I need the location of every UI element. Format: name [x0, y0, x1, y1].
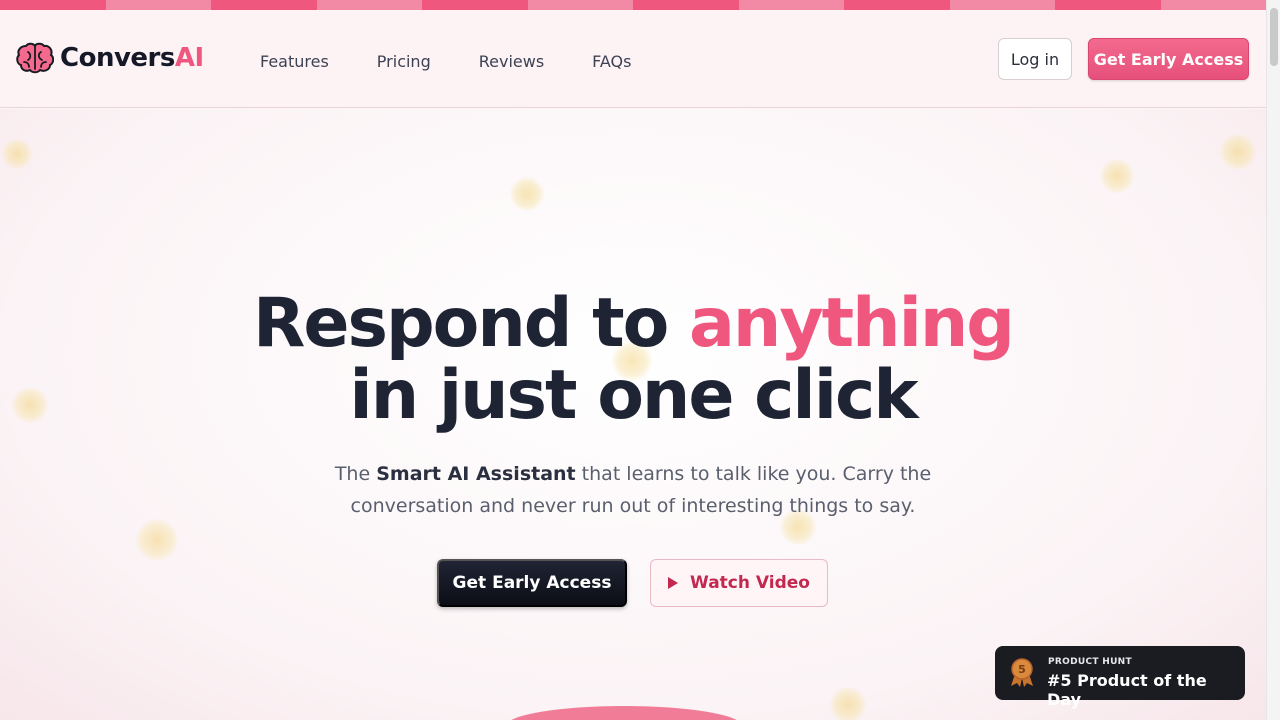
nav-link-pricing[interactable]: Pricing — [353, 48, 455, 75]
badge-title: #5 Product of the Day — [1047, 671, 1207, 709]
hero-headline: Respond to anything in just one click — [0, 288, 1266, 432]
hero-get-early-access-button[interactable]: Get Early Access — [437, 559, 627, 607]
primary-nav: Features Pricing Reviews FAQs — [236, 48, 655, 75]
headline-line2: in just one click — [349, 356, 918, 435]
headline-accent: anything — [689, 284, 1015, 363]
brand-name: ConversAI — [60, 43, 204, 73]
scrollbar-thumb[interactable] — [1270, 8, 1278, 66]
emoji-decoration — [136, 519, 178, 561]
nav-get-early-access-button[interactable]: Get Early Access — [1088, 38, 1249, 80]
emoji-decoration — [1220, 134, 1256, 170]
brain-icon — [16, 42, 54, 74]
emoji-decoration — [510, 177, 544, 211]
play-icon — [668, 577, 679, 589]
navbar: ConversAI Features Pricing Reviews FAQs … — [0, 10, 1266, 108]
watch-video-button[interactable]: Watch Video — [650, 559, 828, 607]
nav-link-reviews[interactable]: Reviews — [455, 48, 568, 75]
hero-subtext: The Smart AI Assistant that learns to ta… — [334, 463, 932, 517]
nav-link-features[interactable]: Features — [236, 48, 353, 75]
subtext-highlight: Smart AI Assistant — [376, 463, 576, 485]
login-button[interactable]: Log in — [998, 38, 1072, 80]
brand-logo[interactable]: ConversAI — [16, 42, 204, 74]
top-accent-stripe — [0, 0, 1266, 10]
medal-rank: 5 — [1018, 663, 1026, 676]
medal-icon: 5 — [1011, 658, 1033, 687]
nav-link-faqs[interactable]: FAQs — [568, 48, 655, 75]
emoji-decoration — [2, 139, 32, 169]
watch-video-label: Watch Video — [690, 573, 810, 593]
product-hunt-badge[interactable]: 5 PRODUCT HUNT #5 Product of the Day — [995, 646, 1245, 709]
page-scrollbar[interactable] — [1266, 0, 1280, 720]
emoji-decoration — [1100, 159, 1134, 193]
headline-part1: Respond to — [253, 284, 690, 363]
emoji-decoration — [830, 687, 866, 720]
badge-kicker: PRODUCT HUNT — [1048, 657, 1132, 667]
